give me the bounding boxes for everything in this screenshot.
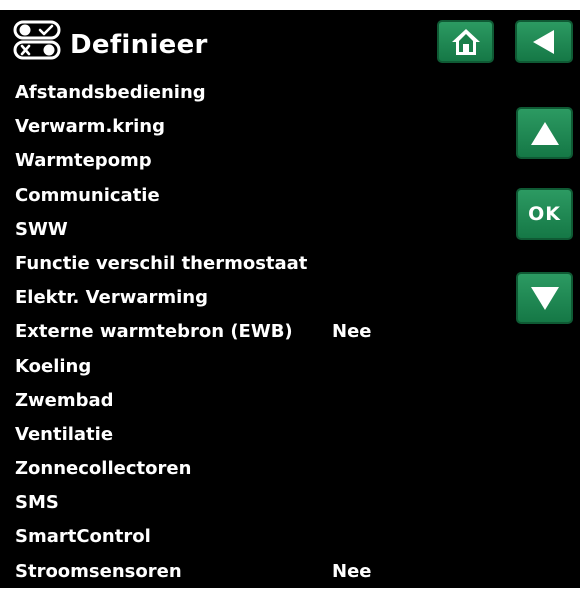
down-arrow-icon: [530, 287, 559, 310]
menu-item-label: Communicatie: [15, 184, 160, 206]
page-title: Definieer: [70, 30, 208, 60]
menu-item-functie-verschil-thermostaat[interactable]: Functie verschil thermostaat: [15, 249, 435, 283]
menu-item-warmtepomp[interactable]: Warmtepomp: [15, 146, 435, 180]
back-arrow-icon: [533, 29, 554, 54]
menu-item-label: Afstandsbediening: [15, 82, 206, 103]
menu-item-elektr-verwarming[interactable]: Elektr. Verwarming: [15, 283, 435, 317]
scroll-up-button[interactable]: [516, 107, 573, 159]
menu-item-smartcontrol[interactable]: SmartControl: [15, 522, 435, 556]
menu-item-label: Zwembad: [15, 389, 114, 411]
toggle-switches-icon: [13, 20, 61, 60]
menu-item-externe-warmtebron[interactable]: Externe warmtebron (EWB) Nee: [15, 317, 435, 351]
menu-item-label: Stroomsensoren: [15, 560, 182, 582]
menu-item-label: SmartControl: [15, 526, 151, 548]
menu-item-afstandsbediening[interactable]: Afstandsbediening: [15, 78, 435, 112]
scroll-down-button[interactable]: [516, 272, 573, 324]
menu-item-communicatie[interactable]: Communicatie: [15, 181, 435, 215]
home-button[interactable]: [437, 20, 494, 63]
menu-item-label: Elektr. Verwarming: [15, 287, 208, 309]
menu-item-value: Nee: [332, 321, 372, 343]
screen: Definieer OK Afstandsbediening Verwarm.k…: [0, 10, 580, 588]
menu-item-label: Externe warmtebron (EWB): [15, 321, 293, 343]
menu-item-verwarm-kring[interactable]: Verwarm.kring: [15, 112, 435, 146]
menu-item-label: Ventilatie: [15, 423, 114, 445]
menu-item-ventilatie[interactable]: Ventilatie: [15, 420, 435, 454]
menu-item-label: Zonnecollectoren: [15, 458, 192, 480]
menu-item-zonnecollectoren[interactable]: Zonnecollectoren: [15, 454, 435, 488]
definition-menu: Afstandsbediening Verwarm.kring Warmtepo…: [15, 78, 435, 591]
menu-item-label: Verwarm.kring: [15, 116, 165, 138]
menu-item-zwembad[interactable]: Zwembad: [15, 386, 435, 420]
menu-item-value: Nee: [332, 560, 372, 582]
menu-item-label: Warmtepomp: [15, 150, 152, 172]
menu-item-label: Functie verschil thermostaat: [15, 252, 308, 274]
menu-item-label: SWW: [15, 218, 68, 240]
menu-item-stroomsensoren[interactable]: Stroomsensoren Nee: [15, 557, 435, 591]
menu-item-sms[interactable]: SMS: [15, 488, 435, 522]
back-button[interactable]: [515, 20, 573, 63]
up-arrow-icon: [530, 122, 559, 145]
ok-button[interactable]: OK: [516, 188, 573, 240]
home-icon: [451, 28, 480, 55]
menu-item-label: Koeling: [15, 355, 92, 377]
menu-item-label: SMS: [15, 492, 59, 514]
menu-item-sww[interactable]: SWW: [15, 215, 435, 249]
menu-item-koeling[interactable]: Koeling: [15, 352, 435, 386]
